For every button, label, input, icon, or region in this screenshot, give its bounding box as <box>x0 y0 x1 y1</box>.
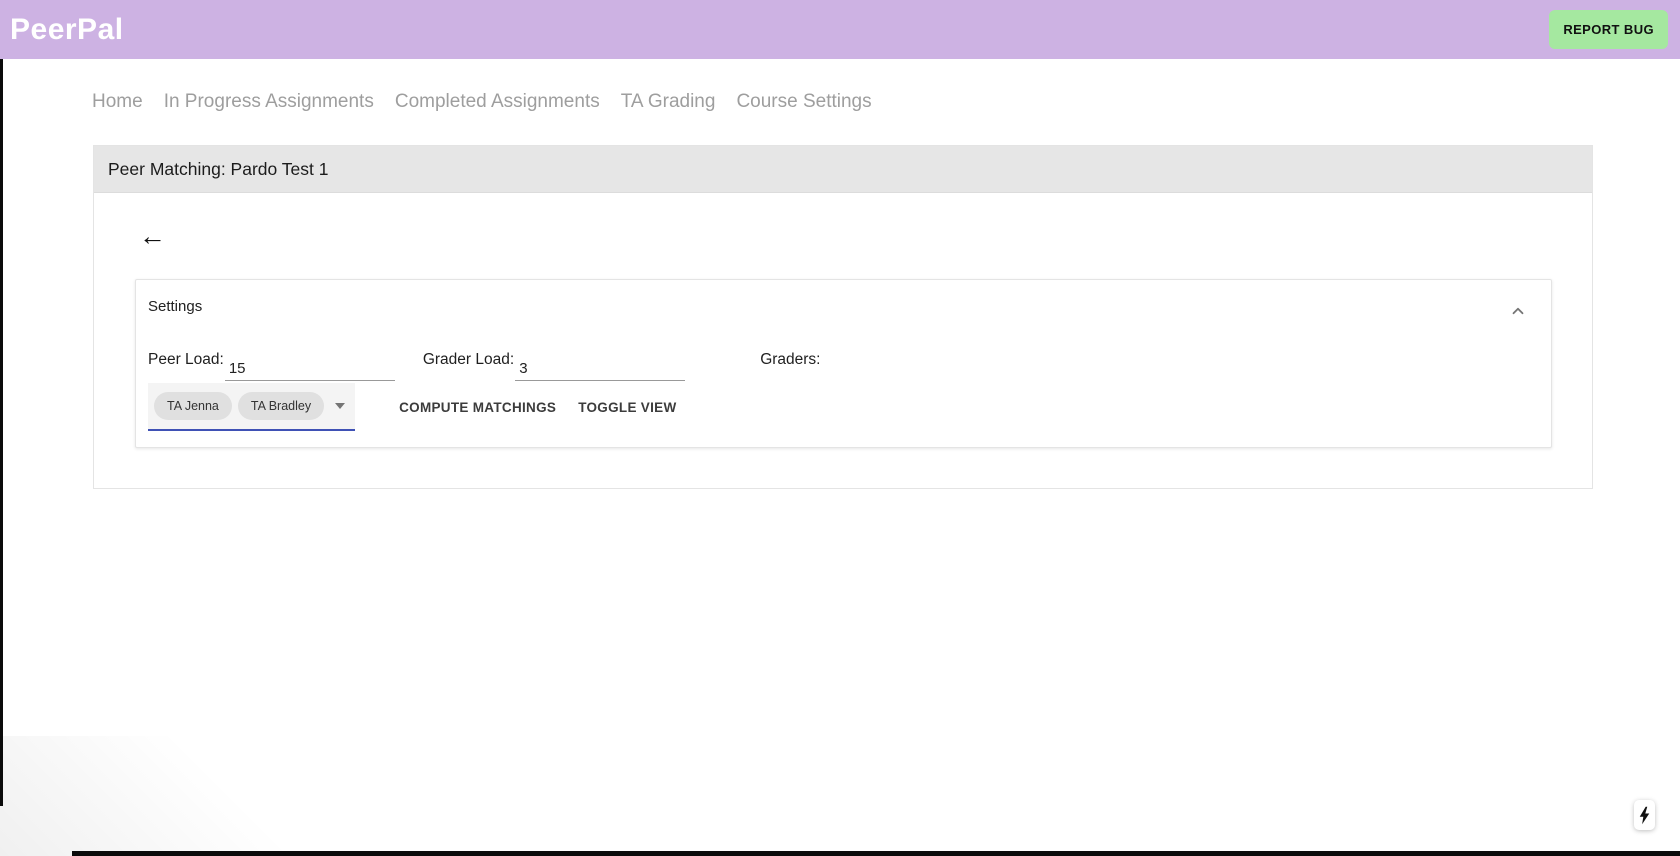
card-body: ← Settings Peer Load: Grader Load: Grade… <box>94 193 1592 488</box>
chevron-up-icon <box>1512 307 1524 315</box>
app-header: PeerPal REPORT BUG <box>0 0 1680 59</box>
card-header: Peer Matching: Pardo Test 1 <box>94 146 1592 193</box>
lightning-bolt-icon <box>1639 806 1650 824</box>
settings-panel: Settings Peer Load: Grader Load: Graders… <box>135 279 1552 448</box>
peer-load-label: Peer Load: <box>148 351 224 368</box>
settings-controls-row: TA Jenna TA Bradley COMPUTE MATCHINGS TO… <box>148 383 1527 431</box>
nav-item-course-settings[interactable]: Course Settings <box>736 91 871 113</box>
nav-item-in-progress-assignments[interactable]: In Progress Assignments <box>164 91 374 113</box>
grader-chip[interactable]: TA Jenna <box>154 392 232 420</box>
graders-select[interactable]: TA Jenna TA Bradley <box>148 383 356 431</box>
grader-chip[interactable]: TA Bradley <box>237 392 325 420</box>
dropdown-caret-icon[interactable] <box>335 403 346 409</box>
grader-load-field <box>515 351 686 381</box>
nav-item-completed-assignments[interactable]: Completed Assignments <box>395 91 600 113</box>
settings-fields-row: Peer Load: Grader Load: Graders: <box>148 351 1527 381</box>
main-nav: Home In Progress Assignments Completed A… <box>0 59 1680 113</box>
nav-item-home[interactable]: Home <box>92 91 143 113</box>
toggle-view-button[interactable]: TOGGLE VIEW <box>570 390 684 425</box>
peer-load-field <box>224 351 395 381</box>
graders-label: Graders: <box>760 351 821 368</box>
page-title: Peer Matching: Pardo Test 1 <box>108 158 329 179</box>
settings-title: Settings <box>148 298 203 315</box>
window-bottom-edge <box>72 851 1680 856</box>
peer-matching-card: Peer Matching: Pardo Test 1 ← Settings P… <box>93 145 1593 489</box>
corner-shade <box>0 736 420 856</box>
nav-item-ta-grading[interactable]: TA Grading <box>621 91 716 113</box>
grader-load-label: Grader Load: <box>422 351 515 368</box>
peer-load-input[interactable] <box>224 360 395 380</box>
window-left-edge <box>0 59 3 806</box>
compute-matchings-button[interactable]: COMPUTE MATCHINGS <box>391 390 564 425</box>
collapse-panel-button[interactable] <box>1509 302 1527 320</box>
devtools-badge[interactable] <box>1634 800 1655 830</box>
back-arrow-icon: ← <box>139 221 166 251</box>
app-logo[interactable]: PeerPal <box>10 13 124 47</box>
grader-load-input[interactable] <box>515 360 686 380</box>
report-bug-button[interactable]: REPORT BUG <box>1549 10 1668 49</box>
back-button[interactable]: ← <box>137 221 168 252</box>
